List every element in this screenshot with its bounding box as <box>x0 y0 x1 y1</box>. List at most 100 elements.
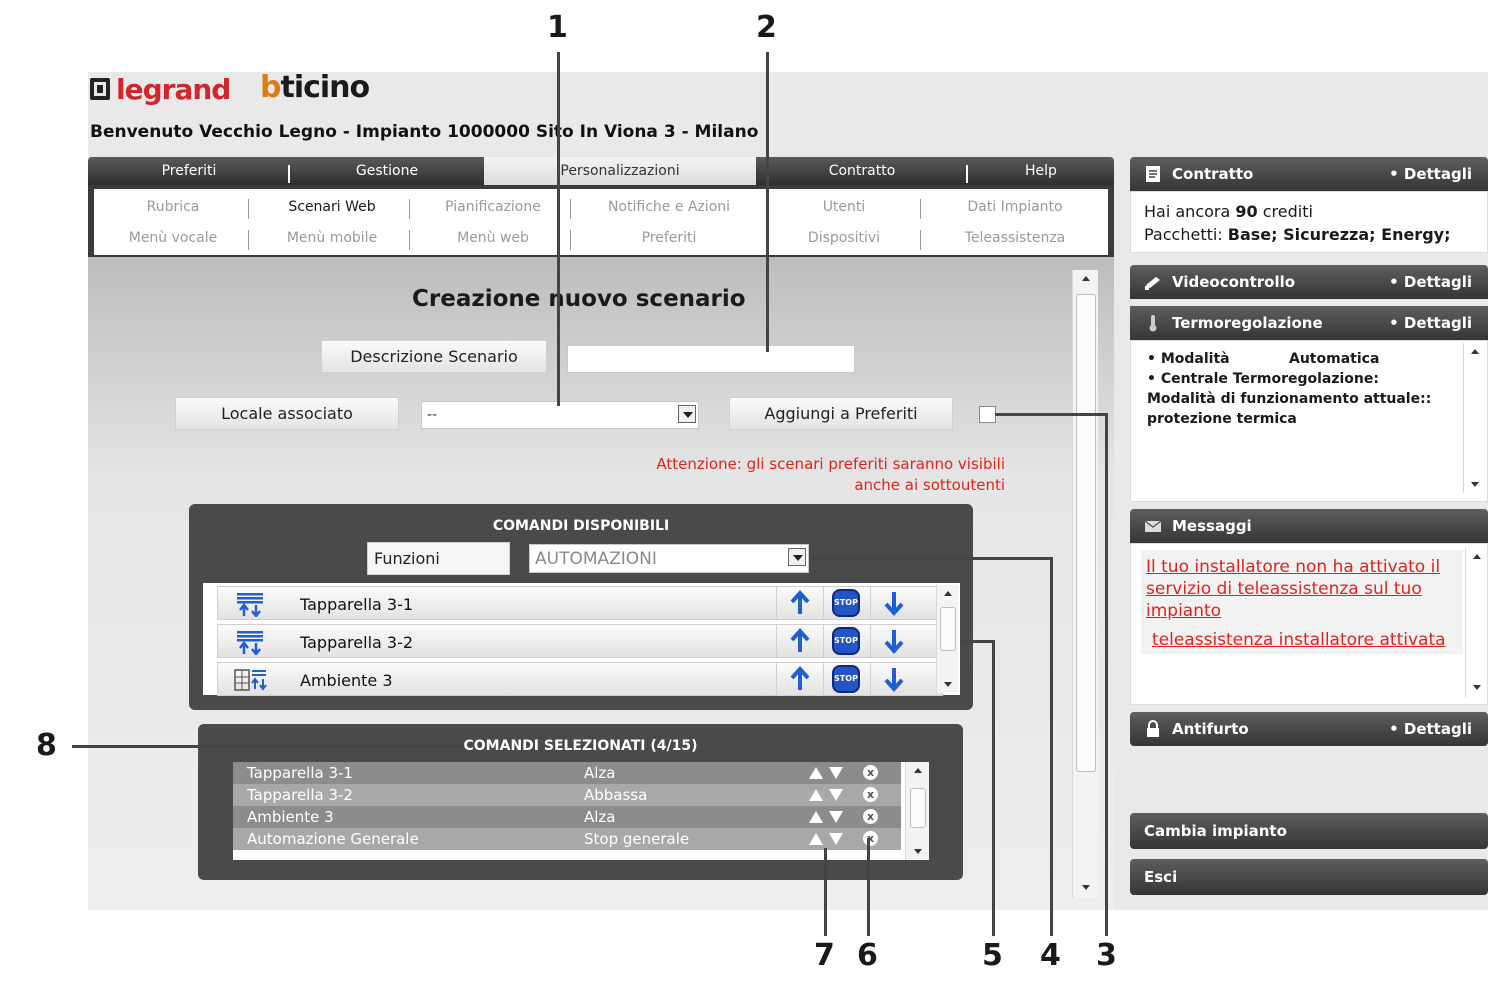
table-row[interactable]: Ambiente 3 Alza x <box>233 806 901 828</box>
move-down-icon[interactable] <box>829 811 843 823</box>
stop-button[interactable]: STOP <box>823 625 869 657</box>
videocontrollo-dettagli-link[interactable]: • Dettagli <box>1389 273 1472 291</box>
welcome-text: Benvenuto Vecchio Legno - Impianto 10000… <box>90 122 759 142</box>
abbassa-button[interactable] <box>870 625 916 657</box>
scroll-up-icon[interactable] <box>1464 343 1486 361</box>
scroll-up-icon[interactable] <box>937 585 959 603</box>
funzionamento-value: protezione termica <box>1147 411 1297 427</box>
remove-icon[interactable]: x <box>863 787 878 802</box>
submenu-pianificazione[interactable]: Pianificazione <box>418 199 568 215</box>
descrizione-scenario-label: Descrizione Scenario <box>321 340 547 373</box>
alza-button[interactable] <box>776 625 822 657</box>
move-up-icon[interactable] <box>809 767 823 779</box>
selected-action: Alza <box>584 808 616 826</box>
sidebar-contratto-body: Hai ancora 90 crediti Pacchetti: Base; S… <box>1130 191 1488 253</box>
sidebar-antifurto-header: Antifurto • Dettagli <box>1130 712 1488 746</box>
content-scrollbar[interactable] <box>1072 270 1098 898</box>
submenu-divider <box>920 230 921 250</box>
stop-button[interactable]: STOP <box>823 663 869 695</box>
callout-line-6 <box>867 838 870 936</box>
tab-help[interactable]: Help <box>968 157 1114 185</box>
remove-icon[interactable]: x <box>863 831 878 846</box>
scroll-up-icon[interactable] <box>1466 548 1488 566</box>
list-item: Tapparella 3-2 STOP <box>217 624 943 658</box>
arrow-up-icon[interactable] <box>789 590 811 616</box>
tab-gestione[interactable]: Gestione <box>290 157 484 185</box>
scroll-down-icon[interactable] <box>906 840 930 860</box>
callout-number-7: 7 <box>814 938 835 973</box>
antifurto-dettagli-link[interactable]: • Dettagli <box>1389 720 1472 738</box>
submenu-rubrica[interactable]: Rubrica <box>98 199 248 215</box>
scroll-thumb[interactable] <box>910 788 926 828</box>
move-up-icon[interactable] <box>809 811 823 823</box>
termo-scrollbar[interactable] <box>1463 343 1485 493</box>
move-down-icon[interactable] <box>829 833 843 845</box>
remove-icon[interactable]: x <box>863 809 878 824</box>
aggiungi-preferiti-checkbox[interactable] <box>979 406 996 423</box>
message-link[interactable]: Il tuo installatore non ha attivato il s… <box>1146 556 1458 622</box>
arrow-down-icon[interactable] <box>883 666 905 692</box>
arrow-down-icon[interactable] <box>883 628 905 654</box>
alza-button[interactable] <box>776 663 822 695</box>
remove-icon[interactable]: x <box>863 765 878 780</box>
scroll-down-icon[interactable] <box>937 673 959 693</box>
stop-icon[interactable]: STOP <box>832 665 860 693</box>
arrow-down-icon[interactable] <box>883 590 905 616</box>
submenu-notifiche-azioni[interactable]: Notifiche e Azioni <box>569 199 769 215</box>
table-row[interactable]: Automazione Generale Stop generale x <box>233 828 901 850</box>
dropdown-arrow-icon[interactable] <box>788 548 806 566</box>
scroll-up-icon[interactable] <box>1073 270 1099 290</box>
submenu-utenti[interactable]: Utenti <box>769 199 919 215</box>
move-down-icon[interactable] <box>829 767 843 779</box>
scroll-down-icon[interactable] <box>1073 874 1099 896</box>
callout-number-1: 1 <box>547 10 568 45</box>
submenu-teleassistenza[interactable]: Teleassistenza <box>940 230 1090 246</box>
funzioni-select[interactable]: AUTOMAZIONI <box>529 544 809 573</box>
abbassa-button[interactable] <box>870 587 916 619</box>
scroll-thumb[interactable] <box>940 607 956 651</box>
arrow-up-icon[interactable] <box>789 666 811 692</box>
contratto-dettagli-link[interactable]: • Dettagli <box>1389 165 1472 183</box>
scroll-thumb[interactable] <box>1076 294 1096 772</box>
scroll-down-icon[interactable] <box>1464 473 1486 493</box>
submenu-dispositivi[interactable]: Dispositivi <box>769 230 919 246</box>
abbassa-button[interactable] <box>870 663 916 695</box>
scroll-up-icon[interactable] <box>906 762 930 780</box>
table-row[interactable]: Tapparella 3-2 Abbassa x <box>233 784 901 806</box>
messaggi-scrollbar[interactable] <box>1465 548 1487 698</box>
move-up-icon[interactable] <box>809 833 823 845</box>
cambia-impianto-button[interactable]: Cambia impianto <box>1130 813 1488 849</box>
comandi-scrollbar[interactable] <box>936 585 958 693</box>
esci-button[interactable]: Esci <box>1130 859 1488 895</box>
termoregolazione-dettagli-link[interactable]: • Dettagli <box>1389 314 1472 332</box>
stop-icon[interactable]: STOP <box>832 627 860 655</box>
comandi-list: Tapparella 3-1 STOP Tapparella 3-2 STOP <box>203 583 960 696</box>
callout-line-5 <box>992 640 995 936</box>
move-up-icon[interactable] <box>809 789 823 801</box>
submenu-menu-mobile[interactable]: Menù mobile <box>257 230 407 246</box>
tab-personalizzazioni[interactable]: Personalizzazioni <box>484 157 756 185</box>
move-down-icon[interactable] <box>829 789 843 801</box>
tab-preferiti[interactable]: Preferiti <box>88 157 290 185</box>
descrizione-scenario-input[interactable] <box>567 345 855 373</box>
funzioni-value: AUTOMAZIONI <box>535 549 657 569</box>
stop-icon[interactable]: STOP <box>832 589 860 617</box>
aggiungi-preferiti-button[interactable]: Aggiungi a Preferiti <box>729 397 953 430</box>
alza-button[interactable] <box>776 587 822 619</box>
table-row[interactable]: Tapparella 3-1 Alza x <box>233 762 901 784</box>
locale-associato-select[interactable]: -- <box>421 401 699 429</box>
lock-icon <box>1147 720 1159 737</box>
selezionati-scrollbar[interactable] <box>905 762 929 860</box>
dropdown-arrow-icon[interactable] <box>678 405 696 423</box>
submenu-scenari-web[interactable]: Scenari Web <box>257 199 407 215</box>
submenu-dati-impianto[interactable]: Dati Impianto <box>940 199 1090 215</box>
scroll-down-icon[interactable] <box>1466 676 1488 696</box>
submenu-menu-web[interactable]: Menù web <box>418 230 568 246</box>
message-link[interactable]: teleassistenza installatore attivata <box>1152 630 1446 650</box>
tab-contratto[interactable]: Contratto <box>756 157 968 185</box>
stop-button[interactable]: STOP <box>823 587 869 619</box>
arrow-up-icon[interactable] <box>789 628 811 654</box>
submenu-preferiti[interactable]: Preferiti <box>569 230 769 246</box>
selected-action: Stop generale <box>584 830 690 848</box>
submenu-menu-vocale[interactable]: Menù vocale <box>98 230 248 246</box>
